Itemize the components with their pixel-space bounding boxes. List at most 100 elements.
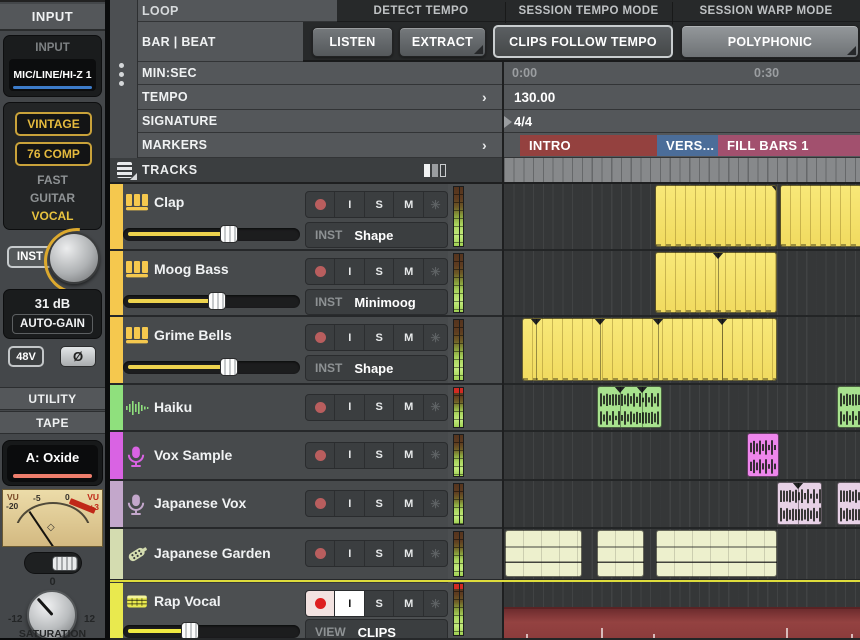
solo-button[interactable]: S [365,591,394,616]
freeze-icon[interactable]: ✳ [424,541,447,566]
timeline-ruler[interactable] [504,158,860,184]
freeze-icon[interactable]: ✳ [424,259,447,284]
arrangement-lane[interactable] [504,432,860,481]
vocal-option[interactable]: VOCAL [4,209,101,223]
76comp-button[interactable]: 76 COMP [15,142,92,166]
arrangement-lane[interactable] [504,581,860,640]
solo-button[interactable]: S [365,259,394,284]
arrangement-lane[interactable] [504,529,860,581]
tempo-value[interactable]: 130.00 [514,90,555,105]
tempo-row[interactable]: TEMPO › 130.00 [110,85,860,110]
track-name[interactable]: Japanese Garden [154,545,271,561]
instrument-field[interactable]: INST Shape [305,222,448,248]
tape-power-switch[interactable] [24,552,82,574]
track-row-japanese-vox[interactable]: Japanese Vox I S M ✳ [110,481,448,529]
freeze-icon[interactable]: ✳ [424,325,447,350]
listen-button[interactable]: LISTEN [312,27,393,57]
volume-slider[interactable] [123,361,300,374]
markers-row[interactable]: MARKERS › INTROVERS...FILL BARS 1 [110,133,860,158]
clip[interactable] [837,482,860,525]
input-monitor-button[interactable]: I [335,192,364,217]
mute-button[interactable]: M [394,192,423,217]
arrangement-lane[interactable] [504,317,860,385]
polyphonic-warp-dropdown[interactable]: POLYPHONIC [681,25,859,58]
clips-follow-tempo-button[interactable]: CLIPS FOLLOW TEMPO [493,25,673,58]
mute-button[interactable]: M [394,491,423,516]
extract-button[interactable]: EXTRACT [399,27,486,57]
signature-value[interactable]: 4/4 [514,114,532,129]
freeze-icon[interactable]: ✳ [424,395,447,420]
track-name[interactable]: Vox Sample [154,447,232,463]
track-row-vox-sample[interactable]: Vox Sample I S M ✳ [110,432,448,481]
mute-button[interactable]: M [394,541,423,566]
arrangement-lane[interactable] [504,385,860,432]
arrangement-lane[interactable] [504,481,860,529]
solo-button[interactable]: S [365,192,394,217]
mute-button[interactable]: M [394,395,423,420]
timeline-marker[interactable]: FILL BARS 1 [718,135,860,156]
freeze-icon[interactable]: ✳ [424,491,447,516]
input-monitor-button[interactable]: I [335,395,364,420]
input-monitor-button[interactable]: I [335,491,364,516]
track-name[interactable]: Grime Bells [154,327,232,343]
view-clips-field[interactable]: VIEW CLIPS [305,619,448,640]
panel-columns-icon[interactable] [424,164,446,177]
fast-option[interactable]: FAST [4,173,101,187]
freeze-icon[interactable]: ✳ [424,192,447,217]
solo-button[interactable]: S [365,325,394,350]
clip[interactable] [655,185,777,247]
clip[interactable] [655,252,777,313]
clip[interactable] [780,185,860,247]
markers-expand-chevron[interactable]: › [482,137,487,153]
instrument-field[interactable]: INST Minimoog [305,289,448,315]
record-arm-button[interactable] [306,325,335,350]
mute-button[interactable]: M [394,591,423,616]
record-arm-button[interactable] [306,443,335,468]
track-name[interactable]: Rap Vocal [154,593,221,609]
track-row-rap-vocal[interactable]: Rap Vocal I S M ✳ VIEW CLIPS [110,583,448,640]
mute-button[interactable]: M [394,325,423,350]
input-monitor-button[interactable]: I [335,591,364,616]
min-sec-row[interactable]: MIN:SEC 0:00 0:30 [110,62,860,85]
input-monitor-button[interactable]: I [335,443,364,468]
drag-handle-icon[interactable] [119,63,124,86]
phase-invert-button[interactable]: Ø [60,346,96,367]
clip[interactable] [656,530,777,577]
clip[interactable] [504,607,860,638]
record-arm-button[interactable] [306,192,335,217]
clip[interactable] [777,482,822,525]
slider-handle[interactable] [181,622,199,640]
freeze-icon[interactable]: ✳ [424,443,447,468]
arrangement-lane[interactable] [504,251,860,317]
track-name[interactable]: Clap [154,194,184,210]
input-gain-knob[interactable] [48,232,100,284]
instrument-field[interactable]: INST Shape [305,355,448,381]
auto-gain-button[interactable]: AUTO-GAIN [12,314,93,334]
record-arm-button[interactable] [306,395,335,420]
tempo-expand-chevron[interactable]: › [482,89,487,105]
slider-handle[interactable] [220,358,238,376]
track-list-icon[interactable] [117,162,132,178]
track-row-japanese-garden[interactable]: Japanese Garden I S M ✳ [110,529,448,581]
arrangement-lane[interactable] [504,184,860,251]
tape-model-selector[interactable]: A: Oxide [3,450,102,465]
mute-button[interactable]: M [394,259,423,284]
record-arm-button[interactable] [306,491,335,516]
clip[interactable] [597,530,644,577]
arrangement-lanes[interactable] [504,184,860,640]
phantom-power-button[interactable]: 48V [8,346,44,367]
timeline-marker[interactable]: INTRO [520,135,657,156]
track-row-clap[interactable]: Clap I S M ✳ INST Shape [110,184,448,251]
solo-button[interactable]: S [365,443,394,468]
clip[interactable] [837,386,860,428]
timeline-marker[interactable]: VERS... [657,135,718,156]
freeze-icon[interactable]: ✳ [424,591,447,616]
input-monitor-button[interactable]: I [335,325,364,350]
vintage-button[interactable]: VINTAGE [15,112,92,136]
solo-button[interactable]: S [365,541,394,566]
slider-handle[interactable] [208,292,226,310]
slider-handle[interactable] [220,225,238,243]
clip[interactable] [505,530,582,577]
utility-section-header[interactable]: UTILITY [0,387,105,410]
clip[interactable] [597,386,662,428]
